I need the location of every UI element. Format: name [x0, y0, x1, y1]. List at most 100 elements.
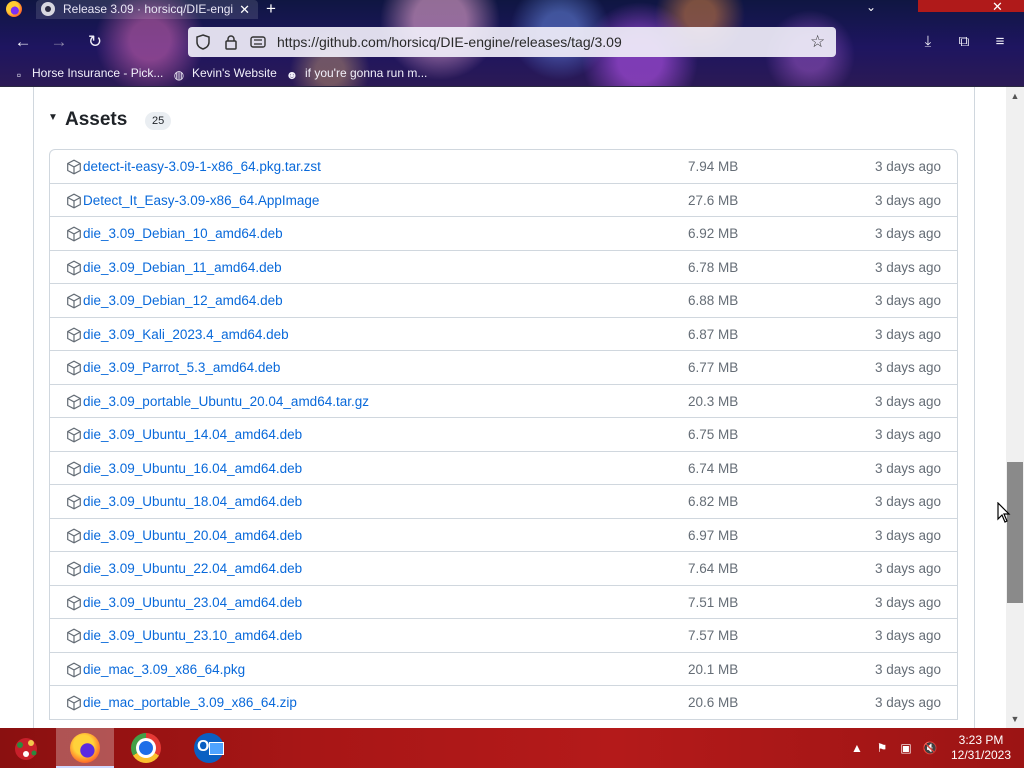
flag-icon[interactable]: ⚑ [872, 728, 892, 768]
bookmark-kevins-website[interactable]: ◍ Kevin's Website [172, 65, 277, 82]
url-text[interactable]: https://github.com/horsicq/DIE-engine/re… [277, 27, 622, 57]
scroll-up-arrow-icon[interactable]: ▲ [1006, 89, 1024, 103]
bookmark-star-icon[interactable]: ☆ [810, 27, 825, 57]
system-clock[interactable]: 3:23 PM 12/31/2023 [948, 733, 1014, 763]
lock-icon[interactable] [221, 27, 241, 57]
asset-row: die_3.09_Ubuntu_23.04_amd64.deb 7.51 MB 3 … [50, 586, 957, 619]
volume-muted-icon[interactable]: 🔇 [920, 728, 940, 768]
asset-size: 6.75 MB [688, 427, 739, 442]
asset-row: die_3.09_Ubuntu_14.04_amd64.deb 6.75 MB 3 … [50, 418, 957, 452]
network-icon[interactable]: ▣ [896, 728, 916, 768]
asset-size: 7.51 MB [688, 594, 739, 610]
collapse-caret-icon[interactable]: ▼ [48, 112, 58, 123]
bookmarks-toolbar: ▫ Horse Insurance - Pick... ◍ Kevin's Webs… [0, 62, 1024, 84]
asset-row: die_mac_3.09_x86_64.pkg 20.1 MB 3 days ago [50, 653, 957, 686]
asset-link[interactable]: die_3.09_Kali_2023.4_amd64.deb [83, 318, 289, 351]
package-icon [67, 494, 81, 510]
asset-date: 3 days ago [874, 561, 941, 576]
asset-size: 20.1 MB [688, 661, 739, 677]
taskbar-chrome[interactable] [117, 728, 175, 768]
asset-link[interactable]: die_3.09_Ubuntu_20.04_amd64.deb [83, 519, 302, 552]
tab-close-icon[interactable]: ✕ [239, 0, 250, 19]
asset-link[interactable]: detect-it-easy-3.09-1-x86_64.pkg.tar.zst [83, 150, 321, 183]
asset-size: 20.3 MB [688, 393, 739, 409]
scroll-down-arrow-icon[interactable]: ▼ [1006, 712, 1024, 726]
asset-row: die_3.09_Debian_11_amd64.deb 6.78 MB 3 day… [50, 251, 957, 284]
asset-date: 3 days ago [874, 460, 941, 476]
package-icon [67, 360, 81, 376]
asset-link[interactable]: die_3.09_portable_Ubuntu_20.04_amd64.tar… [83, 385, 369, 418]
firefox-icon [70, 733, 100, 763]
asset-link[interactable]: die_3.09_Ubuntu_16.04_amd64.deb [83, 452, 302, 485]
asset-link[interactable]: die_3.09_Ubuntu_14.04_amd64.deb [83, 418, 302, 451]
github-favicon-icon [41, 2, 55, 16]
asset-size: 6.78 MB [688, 259, 739, 275]
asset-size: 7.94 MB [688, 159, 739, 174]
asset-link[interactable]: die_mac_3.09_x86_64.pkg [83, 653, 245, 686]
asset-link[interactable]: die_3.09_Ubuntu_18.04_amd64.deb [83, 485, 302, 518]
bookmark-label: if you're gonna run m... [305, 66, 428, 80]
taskbar-firefox[interactable] [56, 728, 114, 768]
mouse-cursor-icon [997, 502, 1011, 523]
tray-overflow-icon[interactable]: ▲ [847, 728, 867, 768]
asset-date: 3 days ago [874, 393, 941, 409]
asset-link[interactable]: die_3.09_Ubuntu_23.04_amd64.deb [83, 586, 302, 619]
package-icon [67, 293, 81, 309]
page-icon: ▫ [16, 68, 22, 82]
url-bar[interactable]: https://github.com/horsicq/DIE-engine/re… [188, 27, 836, 57]
asset-link[interactable]: die_3.09_Debian_10_amd64.deb [83, 217, 283, 250]
asset-date: 3 days ago [874, 259, 941, 275]
asset-size: 27.6 MB [688, 192, 739, 208]
package-icon [67, 427, 81, 443]
window-close-button[interactable]: ✕ [992, 0, 1003, 15]
bookmark-horse-insurance[interactable]: ▫ Horse Insurance - Pick... [12, 65, 164, 82]
asset-link[interactable]: die_3.09_Ubuntu_22.04_amd64.deb [83, 552, 302, 585]
bookmark-gonna-run[interactable]: ☻ if you're gonna run m... [285, 65, 428, 82]
asset-link[interactable]: die_mac_portable_3.09_x86_64.zip [83, 686, 297, 719]
asset-row: die_3.09_Kali_2023.4_amd64.deb 6.87 MB 3 d… [50, 318, 957, 351]
package-icon [67, 394, 81, 409]
asset-link[interactable]: die_3.09_Debian_11_amd64.deb [83, 251, 282, 284]
asset-size: 20.6 MB [688, 695, 739, 710]
chrome-icon [131, 733, 161, 763]
reload-button[interactable]: ↻ [83, 30, 107, 54]
asset-date: 3 days ago [874, 628, 941, 643]
menu-icon[interactable]: ≡ [988, 30, 1012, 54]
asset-date: 3 days ago [874, 226, 941, 241]
asset-size: 6.92 MB [688, 226, 739, 241]
asset-date: 3 days ago [874, 192, 941, 208]
tab-release[interactable]: Release 3.09 · horsicq/DIE-engine ✕ [36, 0, 258, 19]
scrollbar-thumb[interactable] [1007, 462, 1023, 603]
mask-icon: ☻ [285, 68, 299, 82]
window-close-highlight [918, 0, 1024, 12]
asset-row: die_3.09_Debian_12_amd64.deb 6.88 MB 3 day… [50, 284, 957, 318]
asset-date: 3 days ago [874, 527, 941, 543]
clock-time: 3:23 PM [958, 733, 1004, 747]
start-button[interactable] [6, 733, 46, 763]
package-icon [67, 260, 81, 275]
asset-date: 3 days ago [874, 293, 941, 308]
extensions-icon[interactable]: ⧉ [952, 30, 976, 54]
package-icon [67, 193, 81, 208]
page-scrollbar[interactable]: ▲ ▼ [1006, 87, 1024, 728]
asset-date: 3 days ago [874, 159, 941, 174]
package-icon [67, 528, 81, 543]
package-icon [67, 628, 81, 644]
asset-link[interactable]: die_3.09_Ubuntu_23.10_amd64.deb [83, 619, 302, 652]
asset-link[interactable]: die_3.09_Parrot_5.3_amd64.deb [83, 351, 280, 384]
asset-size: 7.57 MB [688, 628, 739, 643]
asset-link[interactable]: die_3.09_Debian_12_amd64.deb [83, 284, 283, 317]
downloads-icon[interactable]: ⤓ [916, 30, 940, 54]
asset-row: Detect_It_Easy-3.09-x86_64.AppImage 27.6 … [50, 184, 957, 217]
package-icon [67, 695, 81, 711]
asset-date: 3 days ago [874, 494, 941, 509]
back-button[interactable]: ← [11, 30, 35, 54]
asset-link[interactable]: Detect_It_Easy-3.09-x86_64.AppImage [83, 184, 319, 217]
new-tab-button[interactable]: + [266, 0, 276, 19]
asset-size: 7.64 MB [688, 561, 739, 576]
tab-list-chevron-icon[interactable]: ⌄ [866, 0, 876, 14]
taskbar-outlook[interactable] [180, 728, 238, 768]
shield-icon[interactable] [193, 27, 213, 57]
forward-button[interactable]: → [47, 30, 71, 54]
permissions-icon[interactable] [248, 27, 268, 57]
